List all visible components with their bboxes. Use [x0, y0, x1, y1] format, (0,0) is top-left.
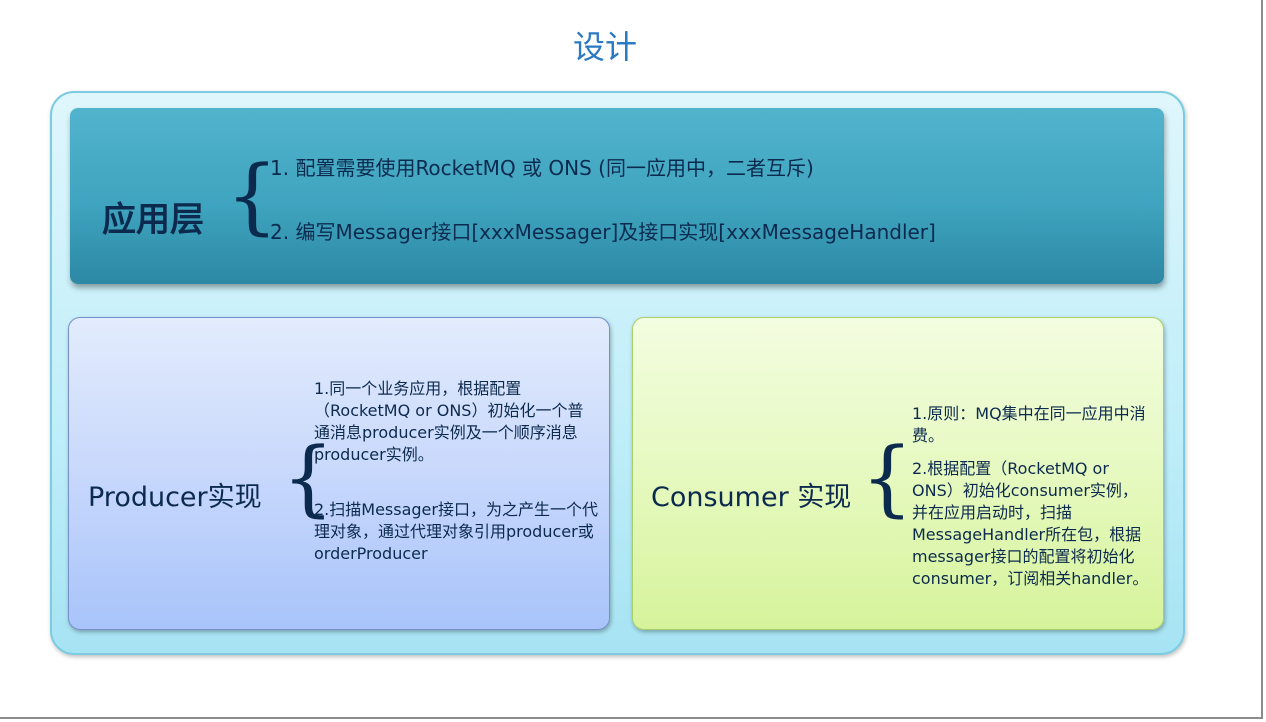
consumer-box: Consumer 实现 { 1.原则：MQ集中在同一应用中消费。 2.根据配置（… [632, 317, 1164, 630]
application-layer-item: 2. 编写Messager接口[xxxMessager]及接口实现[xxxMes… [270, 220, 936, 244]
producer-box: Producer实现 { 1.同一个业务应用，根据配置（RocketMQ or … [68, 317, 610, 630]
producer-item: 1.同一个业务应用，根据配置（RocketMQ or ONS）初始化一个普通消息… [314, 379, 584, 464]
consumer-label: Consumer 实现 [651, 482, 852, 513]
slide-title: 设计 [572, 28, 637, 66]
producer-label: Producer实现 [88, 482, 262, 513]
consumer-item: 1.原则：MQ集中在同一应用中消费。 [912, 404, 1146, 445]
left-brace-icon: { [861, 431, 914, 526]
application-layer-item: 1. 配置需要使用RocketMQ 或 ONS (同一应用中，二者互斥) [270, 156, 814, 180]
consumer-item: 2.根据配置（RocketMQ or ONS）初始化consumer实例，并在应… [912, 459, 1149, 588]
application-layer-label: 应用层 [102, 200, 204, 240]
producer-item: 2.扫描Messager接口，为之产生一个代理对象，通过代理对象引用produc… [314, 500, 598, 563]
application-layer-box: 应用层 { 1. 配置需要使用RocketMQ 或 ONS (同一应用中，二者互… [70, 108, 1164, 284]
